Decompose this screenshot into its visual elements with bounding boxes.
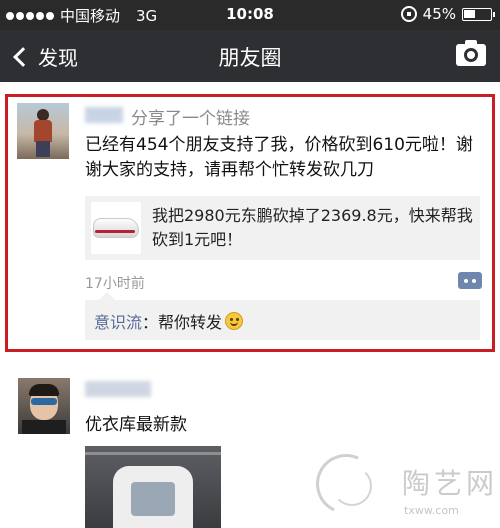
status-bar: 中国移动 3G 10:08 45% [0,0,500,30]
watermark-url: txww.com [404,504,459,517]
watermark-name: 陶艺网 [402,467,499,500]
smiley-emoji-icon [225,312,244,330]
comment-text: 帮你转发 [158,313,223,332]
link-thumbnail [91,202,141,254]
avatar[interactable] [17,103,69,159]
camera-icon[interactable] [456,40,486,66]
post-timestamp: 17小时前 [85,276,145,292]
link-title: 我把2980元东鹏砍掉了2369.8元，快来帮我砍到1元吧！ [152,206,473,249]
shared-link-card[interactable]: 我把2980元东鹏砍掉了2369.8元，快来帮我砍到1元吧！ [85,196,480,260]
nav-bar: 发现 朋友圈 [0,30,500,82]
post-photo[interactable] [85,446,221,528]
status-right: 45% [400,5,495,23]
watermark-logo: 陶艺网 txww.com [307,445,500,528]
share-action-text: 分享了一个链接 [131,109,250,129]
battery-icon [462,7,495,21]
battery-percent: 45% [422,5,456,23]
page-title: 朋友圈 [218,46,282,70]
commenter-name[interactable]: 意识流 [94,309,142,333]
blurred-username[interactable] [85,107,123,123]
orientation-lock-icon [400,6,417,22]
comment-separator: ： [142,313,159,332]
comments-box: 意识流 ： 帮你转发 [85,292,480,340]
comment-icon[interactable] [458,272,482,289]
comment-item: 意识流 ： 帮你转发 [94,309,244,333]
post-text: 优衣库最新款 [85,415,187,435]
post-text: 已经有454个朋友支持了我，价格砍到610元啦！谢谢大家的支持，请再帮个忙转发砍… [85,135,473,180]
blurred-username[interactable] [85,381,151,397]
avatar[interactable] [18,378,70,434]
